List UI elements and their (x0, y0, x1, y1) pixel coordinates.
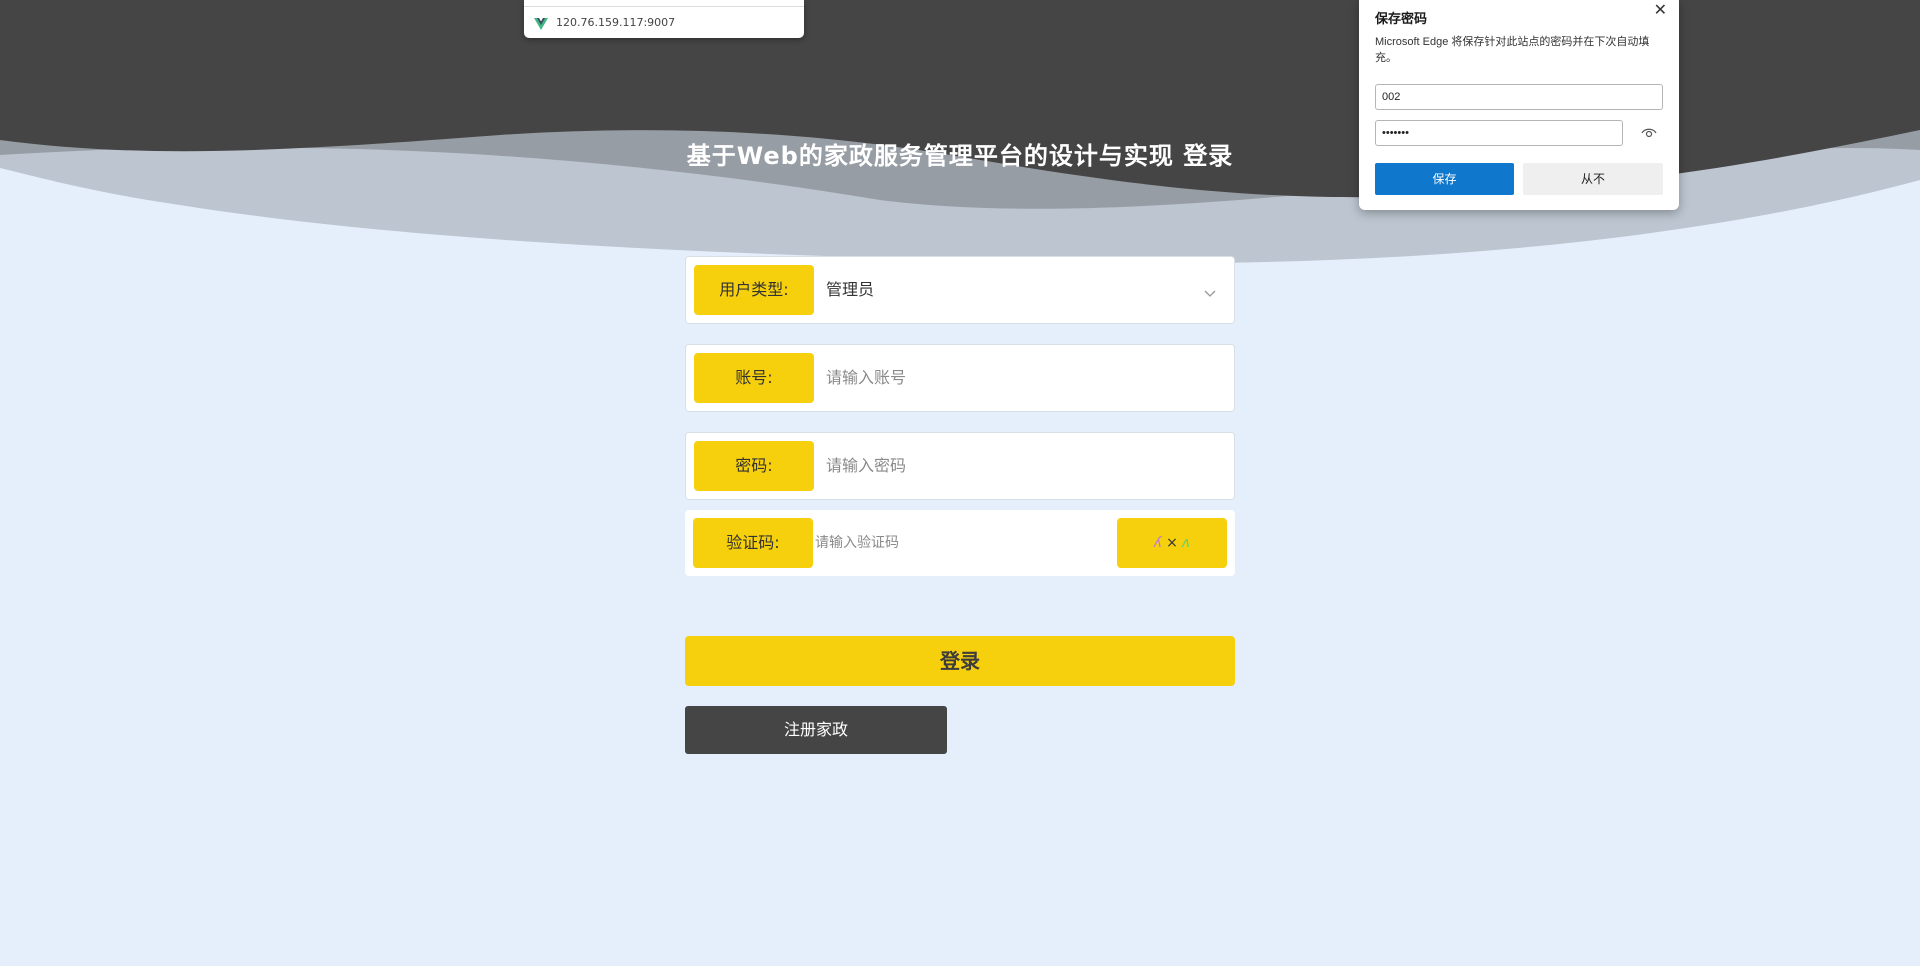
captcha-char-3: ʌ (1181, 535, 1191, 551)
login-button[interactable]: 登录 (685, 636, 1235, 686)
close-icon[interactable]: ✕ (1654, 0, 1667, 20)
dialog-description: Microsoft Edge 将保存针对此站点的密码并在下次自动填充。 (1375, 36, 1650, 64)
captcha-input[interactable]: 请输入验证码 (815, 510, 899, 576)
captcha-char-2: × (1166, 535, 1178, 551)
captcha-char-1: ʎ (1153, 535, 1163, 551)
never-button[interactable]: 从不 (1523, 163, 1663, 195)
password-input[interactable]: 请输入密码 (826, 433, 906, 499)
account-input[interactable]: 请输入账号 (826, 345, 906, 411)
user-type-value: 管理员 (826, 280, 875, 299)
save-password-dialog: 保存密码 ✕ Microsoft Edge 将保存针对此站点的密码并在下次自动填… (1359, 0, 1679, 210)
captcha-image[interactable]: ʎ × ʌ (1117, 518, 1227, 568)
chevron-down-icon[interactable] (1204, 283, 1216, 302)
password-field-masked[interactable]: ••••••• (1375, 120, 1623, 146)
eye-icon[interactable] (1641, 126, 1657, 144)
account-label: 账号: (694, 353, 814, 403)
tooltip-divider (524, 6, 804, 7)
vue-logo-icon (534, 15, 548, 34)
account-field[interactable]: 账号: 请输入账号 (685, 344, 1235, 412)
captcha-label: 验证码: (693, 518, 813, 568)
save-button[interactable]: 保存 (1375, 163, 1514, 195)
password-field[interactable]: 密码: 请输入密码 (685, 432, 1235, 500)
login-page: 基于Web的家政服务管理平台的设计与实现 登录 120.76.159.117:9… (0, 0, 1920, 966)
captcha-field[interactable]: 验证码: 请输入验证码 ʎ × ʌ (685, 510, 1235, 576)
user-type-label: 用户类型: (694, 265, 814, 315)
username-field[interactable]: 002 (1375, 84, 1663, 110)
password-label: 密码: (694, 441, 814, 491)
dialog-title: 保存密码 (1375, 11, 1428, 26)
register-housekeeping-button[interactable]: 注册家政 (685, 706, 947, 754)
user-type-select[interactable]: 用户类型: 管理员 (685, 256, 1235, 324)
tab-url-tooltip: 120.76.159.117:9007 (524, 0, 804, 38)
tooltip-url: 120.76.159.117:9007 (556, 16, 676, 29)
